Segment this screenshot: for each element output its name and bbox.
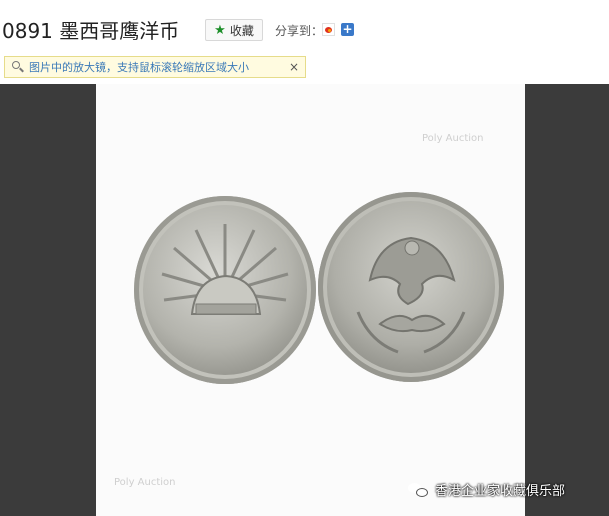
coin-photo[interactable]: Poly Auction Poly Auction [96,84,525,516]
image-viewer: Poly Auction Poly Auction 香港企业家收藏俱乐部 [0,84,609,516]
page-title: 0891 墨西哥鹰洋币 [2,19,180,43]
watermark-top: Poly Auction [422,133,484,144]
magnifier-icon [11,60,25,74]
club-name: 香港企业家收藏俱乐部 [435,484,566,499]
share-label: 分享到： [275,24,324,38]
star-icon: ★ [214,22,226,38]
watermark-bottom: Poly Auction [114,477,176,488]
close-icon[interactable]: × [287,60,301,74]
page-header: 0891 墨西哥鹰洋币 ★ 收藏 分享到： + [0,0,609,46]
plus-icon[interactable]: + [341,23,354,36]
club-caption: 香港企业家收藏俱乐部 [408,480,565,499]
coin-obverse [134,196,316,384]
cap-and-rays-design [161,224,289,315]
magnifier-tip: 图片中的放大镜，支持鼠标滚轮缩放区域大小 × [4,56,306,78]
wechat-icon [408,481,430,499]
weibo-icon[interactable] [322,23,335,36]
favorite-button[interactable]: ★ 收藏 [205,19,263,41]
coin-reverse [318,192,504,382]
tip-text: 图片中的放大镜，支持鼠标滚轮缩放区域大小 [29,61,249,74]
favorite-label: 收藏 [229,23,254,38]
eagle-design [356,236,466,354]
